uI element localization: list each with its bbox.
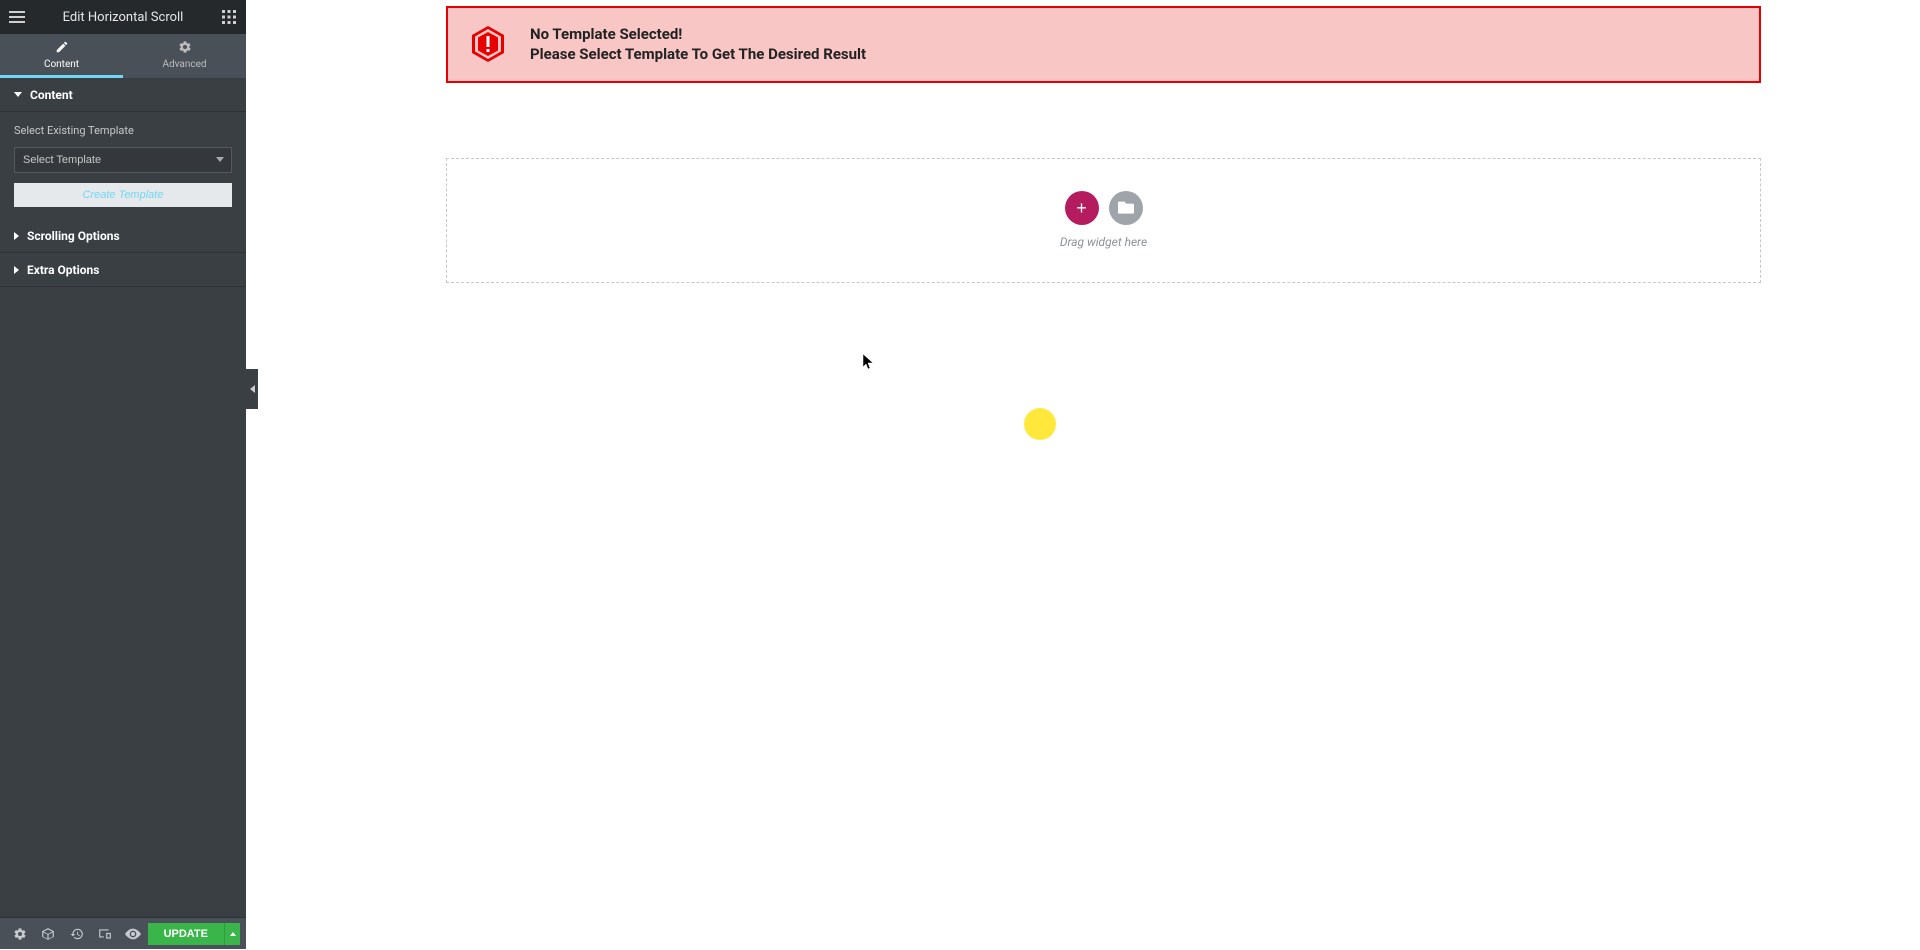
- alert-text: No Template Selected! Please Select Temp…: [530, 24, 866, 65]
- canvas-inner: No Template Selected! Please Select Temp…: [446, 6, 1761, 283]
- menu-icon[interactable]: [0, 0, 34, 34]
- click-indicator: [1024, 408, 1056, 440]
- history-icon[interactable]: [63, 918, 91, 950]
- panel-footer: UPDATE: [0, 917, 246, 949]
- tab-content[interactable]: Content: [0, 34, 123, 78]
- template-select[interactable]: Select Template: [14, 147, 232, 173]
- preview-canvas[interactable]: No Template Selected! Please Select Temp…: [246, 0, 1920, 949]
- section-content-label: Content: [30, 88, 73, 102]
- dropzone-hint: Drag widget here: [1060, 235, 1147, 249]
- panel-sections: Content Select Existing Template Select …: [0, 78, 246, 917]
- no-template-alert: No Template Selected! Please Select Temp…: [446, 6, 1761, 83]
- panel-title: Edit Horizontal Scroll: [63, 10, 184, 25]
- panel-tabs: Content Advanced: [0, 34, 246, 78]
- tab-advanced[interactable]: Advanced: [123, 34, 246, 78]
- responsive-icon[interactable]: [91, 918, 119, 950]
- caret-down-icon: [14, 92, 22, 97]
- template-select-wrapper: Select Template: [14, 147, 232, 173]
- create-template-button[interactable]: Create Template: [14, 183, 232, 207]
- warning-hex-icon: [468, 24, 508, 64]
- add-section-button[interactable]: [1065, 191, 1099, 225]
- folder-icon: [1118, 200, 1134, 217]
- section-content-body: Select Existing Template Select Template…: [0, 112, 246, 219]
- widget-dropzone[interactable]: Drag widget here: [446, 158, 1761, 283]
- panel-header: Edit Horizontal Scroll: [0, 0, 246, 34]
- alert-message: Please Select Template To Get The Desire…: [530, 44, 866, 64]
- widgets-grid-icon[interactable]: [212, 0, 246, 34]
- caret-right-icon: [14, 232, 19, 240]
- section-scrolling-toggle[interactable]: Scrolling Options: [0, 219, 246, 253]
- section-scrolling-label: Scrolling Options: [27, 229, 120, 243]
- section-extra-toggle[interactable]: Extra Options: [0, 253, 246, 287]
- update-options-caret[interactable]: [224, 923, 240, 945]
- template-field-label: Select Existing Template: [14, 124, 232, 137]
- panel-collapse-handle[interactable]: [246, 369, 258, 409]
- navigator-icon[interactable]: [34, 918, 62, 950]
- section-content-toggle[interactable]: Content: [0, 78, 246, 112]
- eye-icon[interactable]: [119, 918, 147, 950]
- gear-icon: [178, 40, 192, 57]
- dropzone-actions: [1065, 191, 1143, 225]
- settings-icon[interactable]: [6, 918, 34, 950]
- section-extra-label: Extra Options: [27, 263, 99, 277]
- update-button-group: UPDATE: [148, 923, 240, 945]
- tab-content-label: Content: [44, 59, 79, 70]
- cursor-artifact: [863, 354, 875, 370]
- add-template-button[interactable]: [1109, 191, 1143, 225]
- pencil-icon: [55, 40, 69, 57]
- update-button[interactable]: UPDATE: [148, 923, 224, 945]
- alert-title: No Template Selected!: [530, 24, 866, 44]
- editor-panel: Edit Horizontal Scroll Content Advanced …: [0, 0, 246, 949]
- tab-advanced-label: Advanced: [162, 59, 206, 70]
- caret-right-icon: [14, 266, 19, 274]
